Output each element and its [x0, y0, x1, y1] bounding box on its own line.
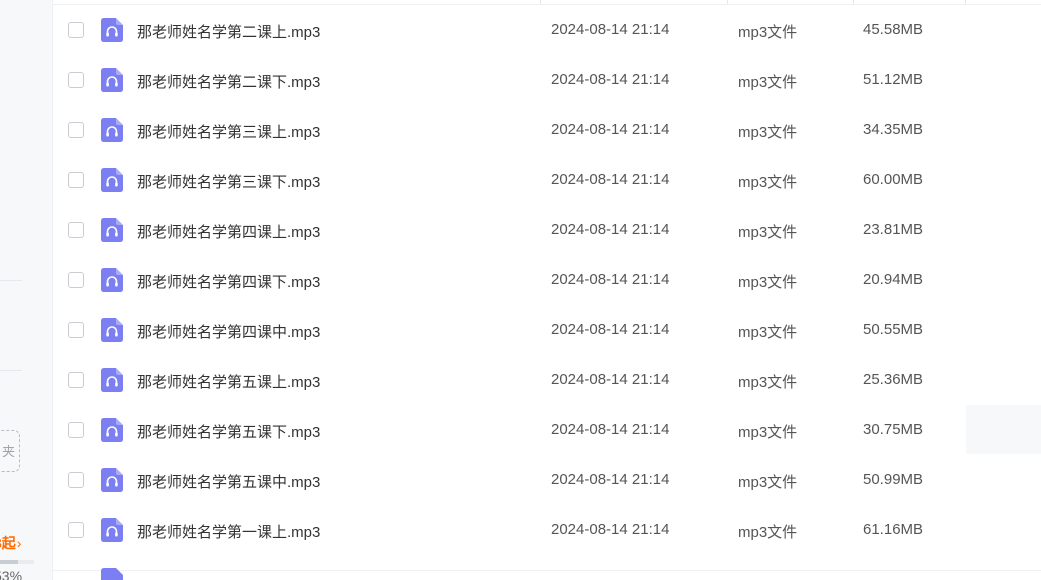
audio-file-icon [101, 118, 123, 142]
audio-file-icon [101, 418, 123, 442]
column-separator[interactable] [727, 0, 728, 4]
file-type: mp3文件 [738, 324, 798, 341]
row-checkbox[interactable] [68, 272, 84, 288]
column-separator[interactable] [853, 0, 854, 4]
file-name[interactable]: 那老师姓名学第四课下.mp3 [137, 271, 320, 292]
audio-file-icon [101, 518, 123, 542]
file-size: 51.12MB [863, 71, 924, 88]
table-bottom-border [53, 570, 1041, 571]
row-checkbox[interactable] [68, 472, 84, 488]
file-type: mp3文件 [738, 74, 798, 91]
modified-date: 2024-08-14 21:14 [551, 71, 670, 88]
file-name[interactable]: 那老师姓名学第三课上.mp3 [137, 121, 320, 142]
file-size: 34.35MB [863, 121, 924, 138]
modified-date: 2024-08-14 21:14 [551, 21, 670, 38]
audio-file-icon [101, 318, 123, 342]
storage-percent: 53% [0, 568, 23, 580]
file-size: 50.99MB [863, 471, 924, 488]
modified-date: 2024-08-14 21:14 [551, 471, 670, 488]
chevron-right-icon: › [16, 535, 22, 551]
file-size: 30.75MB [863, 421, 924, 438]
file-type: mp3文件 [738, 24, 798, 41]
file-name[interactable]: 那老师姓名学第三课下.mp3 [137, 171, 320, 192]
promo-link[interactable]: 3起› [0, 533, 21, 553]
file-row[interactable]: 那老师姓名学第四课中.mp3 2024-08-14 21:14 mp3文件 50.55… [53, 305, 1041, 355]
audio-file-icon [101, 18, 123, 42]
file-name[interactable]: 那老师姓名学第一课上.mp3 [137, 521, 320, 542]
sidebar-divider [0, 280, 22, 281]
row-checkbox[interactable] [68, 372, 84, 388]
column-separator[interactable] [540, 0, 541, 4]
file-type: mp3文件 [738, 474, 798, 491]
row-checkbox[interactable] [68, 172, 84, 188]
row-checkbox[interactable] [68, 422, 84, 438]
file-size: 25.36MB [863, 371, 924, 388]
file-row[interactable]: 那老师姓名学第一课上.mp3 2024-08-14 21:14 mp3文件 61.16… [53, 505, 1041, 555]
file-type: mp3文件 [738, 374, 798, 391]
file-list-panel: 那老师姓名学第二课上.mp3 2024-08-14 21:14 mp3文件 45.58… [53, 0, 1041, 580]
file-name[interactable]: 那老师姓名学第二课上.mp3 [137, 21, 320, 42]
new-folder-label: 夹 [1, 444, 15, 459]
file-table-body: 那老师姓名学第二课上.mp3 2024-08-14 21:14 mp3文件 45.58… [53, 5, 1041, 555]
modified-date: 2024-08-14 21:14 [551, 421, 670, 438]
row-checkbox[interactable] [68, 222, 84, 238]
file-type: mp3文件 [738, 424, 798, 441]
modified-date: 2024-08-14 21:14 [551, 371, 670, 388]
row-checkbox[interactable] [68, 322, 84, 338]
modified-date: 2024-08-14 21:14 [551, 171, 670, 188]
row-checkbox[interactable] [68, 522, 84, 538]
audio-file-icon [101, 468, 123, 492]
file-size: 61.16MB [863, 521, 924, 538]
file-row[interactable]: 那老师姓名学第二课下.mp3 2024-08-14 21:14 mp3文件 51.12… [53, 55, 1041, 105]
audio-file-icon [101, 568, 123, 580]
audio-file-icon [101, 268, 123, 292]
storage-progress-bar [0, 560, 34, 564]
modified-date: 2024-08-14 21:14 [551, 221, 670, 238]
file-size: 23.81MB [863, 221, 924, 238]
file-row[interactable]: 那老师姓名学第三课下.mp3 2024-08-14 21:14 mp3文件 60.00… [53, 155, 1041, 205]
row-checkbox[interactable] [68, 22, 84, 38]
file-size: 60.00MB [863, 171, 924, 188]
file-row[interactable]: 那老师姓名学第四课下.mp3 2024-08-14 21:14 mp3文件 20.94… [53, 255, 1041, 305]
audio-file-icon [101, 218, 123, 242]
file-size: 20.94MB [863, 271, 924, 288]
row-checkbox[interactable] [68, 122, 84, 138]
modified-date: 2024-08-14 21:14 [551, 271, 670, 288]
modified-date: 2024-08-14 21:14 [551, 321, 670, 338]
file-row[interactable]: 那老师姓名学第四课上.mp3 2024-08-14 21:14 mp3文件 23.81… [53, 205, 1041, 255]
file-row[interactable]: 那老师姓名学第五课下.mp3 2024-08-14 21:14 mp3文件 30.75… [53, 405, 1041, 455]
file-name[interactable]: 那老师姓名学第五课中.mp3 [137, 471, 320, 492]
file-name[interactable]: 那老师姓名学第二课下.mp3 [137, 71, 320, 92]
modified-date: 2024-08-14 21:14 [551, 121, 670, 138]
file-type: mp3文件 [738, 124, 798, 141]
file-type: mp3文件 [738, 224, 798, 241]
file-size: 45.58MB [863, 21, 924, 38]
file-name[interactable]: 那老师姓名学第四课中.mp3 [137, 321, 320, 342]
row-checkbox[interactable] [68, 72, 84, 88]
modified-date: 2024-08-14 21:14 [551, 521, 670, 538]
file-type: mp3文件 [738, 524, 798, 541]
file-row[interactable]: 那老师姓名学第五课中.mp3 2024-08-14 21:14 mp3文件 50.99… [53, 455, 1041, 505]
sidebar-divider [0, 370, 22, 371]
audio-file-icon [101, 68, 123, 92]
storage-progress-fill [0, 560, 19, 564]
audio-file-icon [101, 368, 123, 392]
file-row[interactable]: 那老师姓名学第五课上.mp3 2024-08-14 21:14 mp3文件 25.36… [53, 355, 1041, 405]
file-type: mp3文件 [738, 274, 798, 291]
file-name[interactable]: 那老师姓名学第五课下.mp3 [137, 421, 320, 442]
file-type: mp3文件 [738, 174, 798, 191]
file-name[interactable]: 那老师姓名学第四课上.mp3 [137, 221, 320, 242]
file-name[interactable]: 那老师姓名学第五课上.mp3 [137, 371, 320, 392]
column-separator[interactable] [965, 0, 966, 4]
file-row[interactable]: 那老师姓名学第三课上.mp3 2024-08-14 21:14 mp3文件 34.35… [53, 105, 1041, 155]
file-row[interactable]: 那老师姓名学第二课上.mp3 2024-08-14 21:14 mp3文件 45.58… [53, 5, 1041, 55]
promo-text: 3起 [0, 535, 16, 551]
file-size: 50.55MB [863, 321, 924, 338]
audio-file-icon [101, 168, 123, 192]
left-sidebar: 夹 3起› 53% [0, 0, 53, 580]
new-folder-button[interactable]: 夹 [0, 430, 20, 472]
